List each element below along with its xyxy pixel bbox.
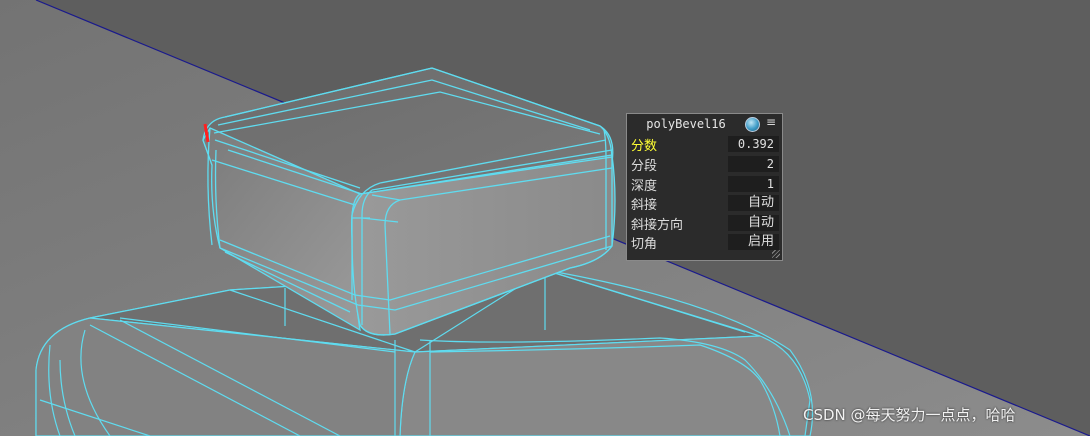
- chamfer-label: 切角: [631, 237, 658, 252]
- segments-value[interactable]: 2: [728, 156, 779, 172]
- resize-grip-icon[interactable]: [772, 250, 780, 258]
- row-miter-along[interactable]: 斜接方向 自动: [630, 213, 780, 233]
- poly-bevel-panel[interactable]: polyBevel16 ≡ 分数 0.392 分段 2 深度 1 斜接 自动 斜…: [626, 113, 783, 261]
- fraction-label: 分数: [631, 139, 658, 154]
- miter-along-value[interactable]: 自动: [728, 215, 779, 231]
- chamfer-value[interactable]: 启用: [728, 234, 779, 250]
- row-depth[interactable]: 深度 1: [630, 174, 780, 194]
- watermark: CSDN @每天努力一点点，哈哈: [803, 406, 1016, 424]
- mitering-value[interactable]: 自动: [728, 195, 779, 211]
- panel-title: polyBevel16: [646, 117, 726, 131]
- row-fraction[interactable]: 分数 0.392: [630, 134, 780, 154]
- depth-label: 深度: [631, 179, 658, 194]
- row-segments[interactable]: 分段 2: [630, 154, 780, 174]
- menu-icon[interactable]: ≡: [766, 115, 776, 129]
- mitering-label: 斜接: [631, 198, 658, 213]
- segments-label: 分段: [631, 159, 658, 174]
- miter-along-label: 斜接方向: [631, 218, 684, 233]
- fraction-value[interactable]: 0.392: [728, 136, 779, 152]
- maya-3d-viewport[interactable]: polyBevel16 ≡ 分数 0.392 分段 2 深度 1 斜接 自动 斜…: [0, 0, 1090, 436]
- globe-icon[interactable]: [745, 117, 760, 132]
- row-mitering[interactable]: 斜接 自动: [630, 193, 780, 213]
- row-chamfer[interactable]: 切角 启用: [630, 232, 780, 252]
- depth-value[interactable]: 1: [728, 176, 779, 192]
- scene-render[interactable]: [0, 0, 1090, 436]
